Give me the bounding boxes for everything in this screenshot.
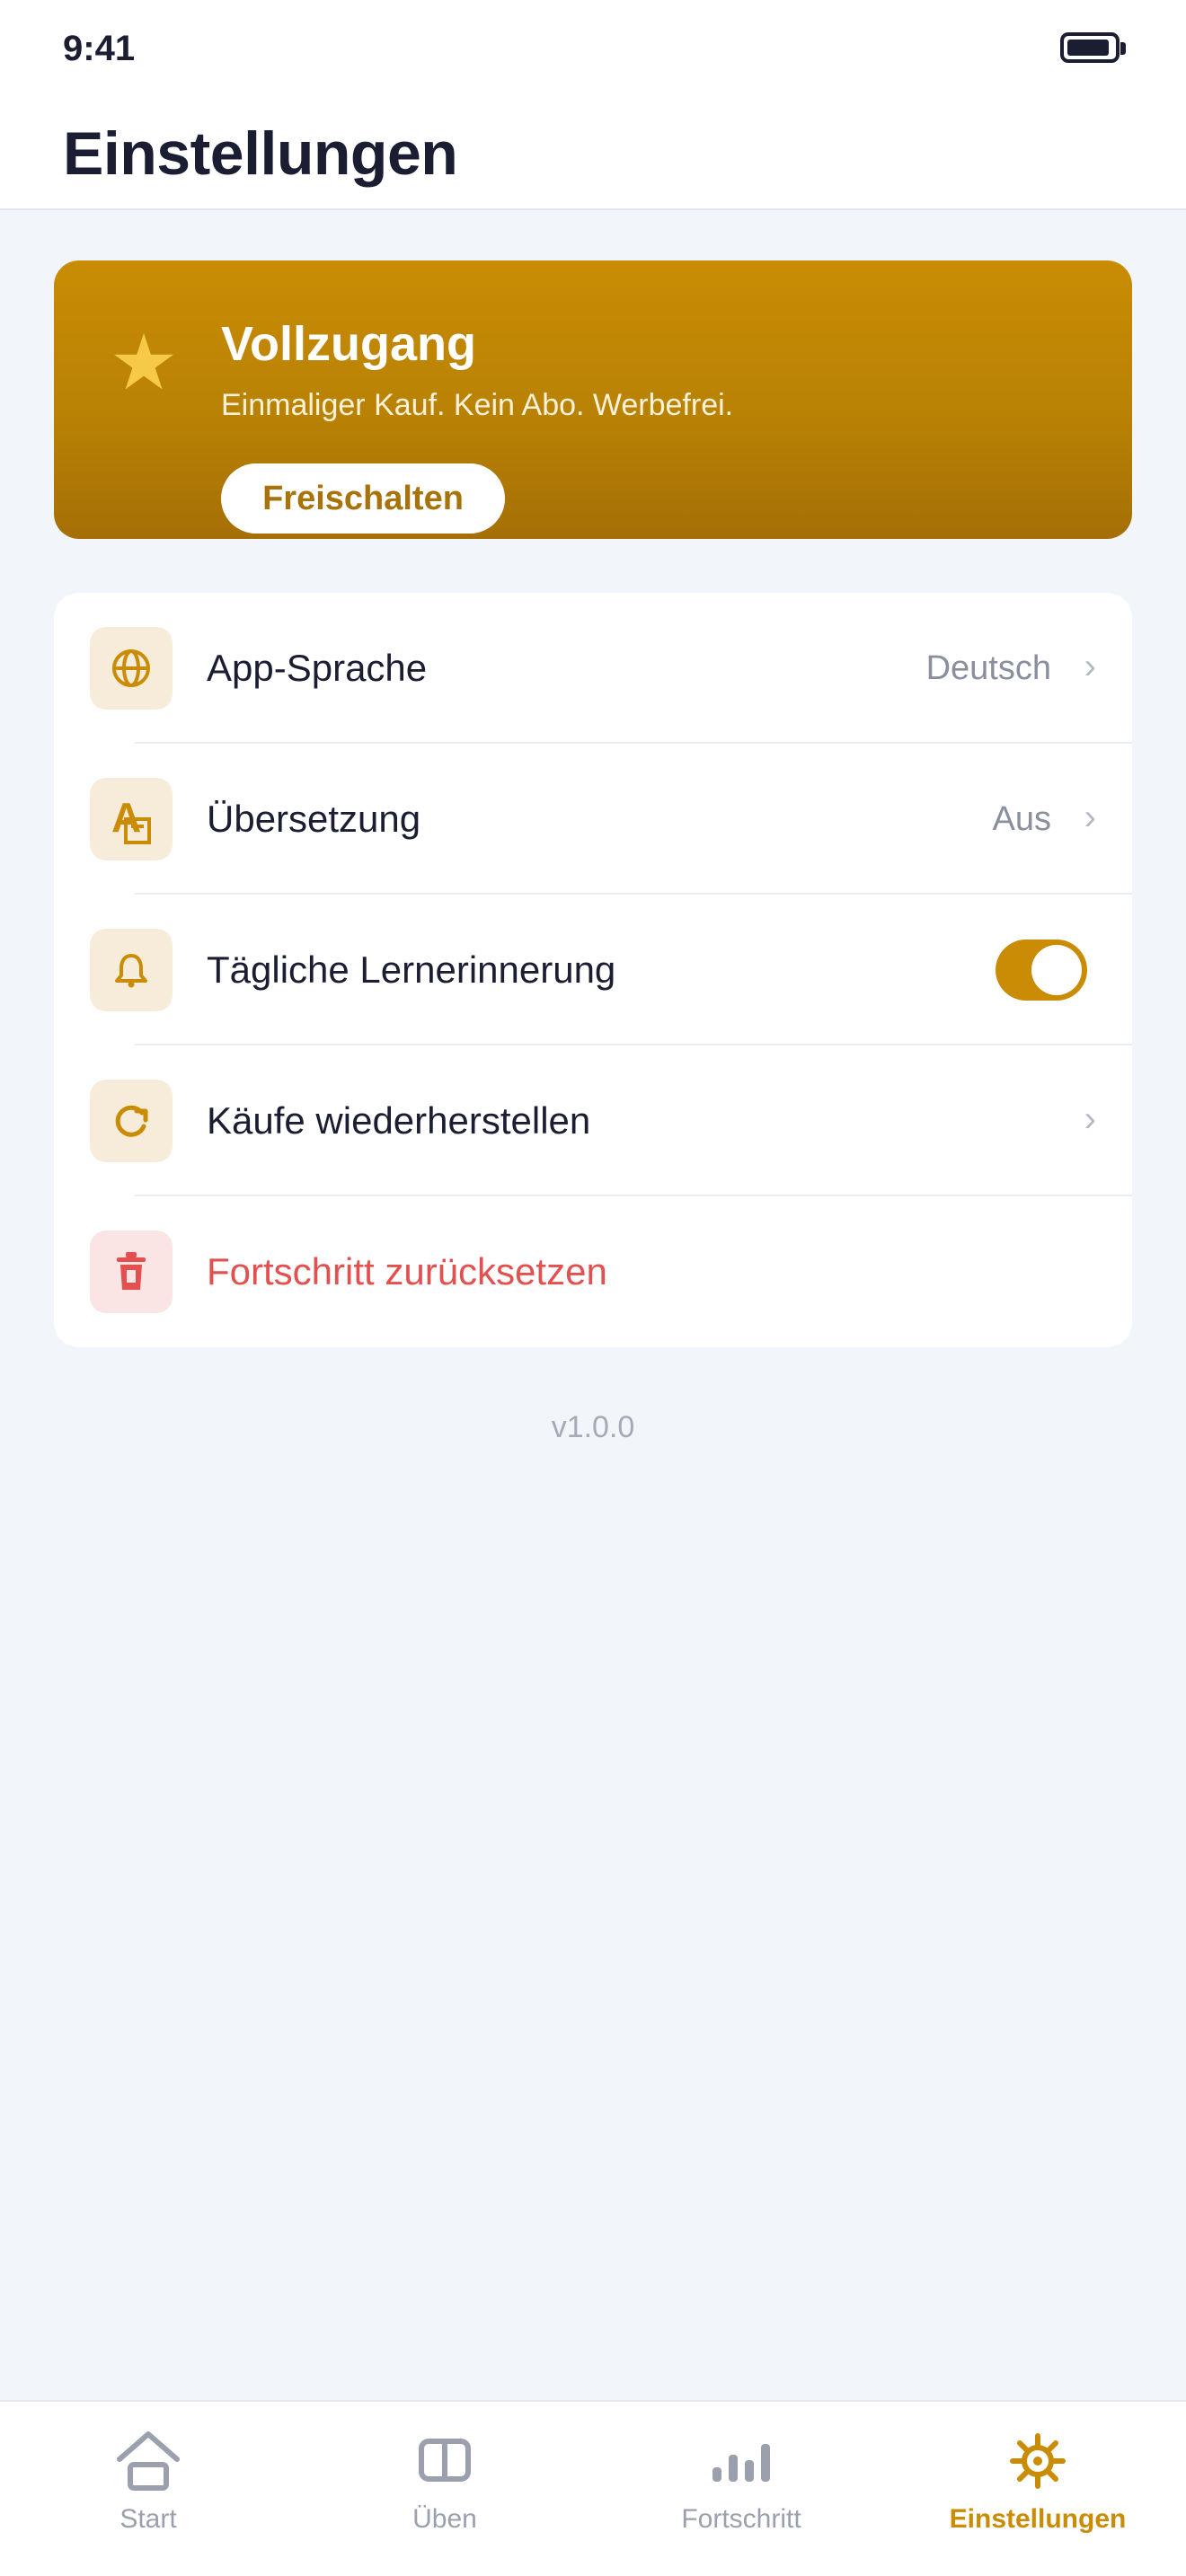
settings-row-translation[interactable]: A Übersetzung Aus ›: [54, 744, 1132, 895]
status-time: 9:41: [63, 29, 136, 68]
premium-card: ★ Vollzugang Einmaliger Kauf. Kein Abo. …: [54, 260, 1132, 539]
star-icon: ★: [109, 320, 179, 406]
tab-label: Start: [119, 2504, 177, 2534]
settings-row-label: Übersetzung: [207, 798, 421, 840]
settings-row-label: Fortschritt zurücksetzen: [207, 1250, 607, 1292]
restore-icon: [90, 1080, 173, 1162]
settings-row-value: Aus: [992, 800, 1051, 838]
settings-list: App-Sprache Deutsch › A Übersetzung Aus …: [54, 593, 1132, 1347]
settings-screen: 9:41 Einstellungen ★ Vollzugang Einmalig…: [0, 0, 1186, 2576]
app-version: v1.0.0: [551, 1410, 635, 1444]
settings-row-restore-purchases[interactable]: Käufe wiederherstellen ›: [54, 1045, 1132, 1196]
settings-row-label: Tägliche Lernerinnerung: [207, 948, 616, 991]
premium-title: Vollzugang: [221, 317, 476, 371]
chevron-right-icon: ›: [1084, 1099, 1096, 1139]
book-icon: [409, 2425, 481, 2497]
tab-label: Üben: [412, 2504, 477, 2534]
tab-bar: Start Üben Fortschritt Einstellungen: [0, 2400, 1186, 2576]
settings-row-label: Käufe wiederherstellen: [207, 1099, 591, 1142]
battery-icon: [1060, 32, 1126, 63]
tab-label: Fortschritt: [681, 2504, 801, 2534]
chart-icon: [705, 2425, 777, 2497]
settings-row-label: App-Sprache: [207, 647, 428, 689]
tab-label: Einstellungen: [949, 2504, 1127, 2534]
gear-icon: [1002, 2425, 1074, 2497]
page-title: Einstellungen: [63, 119, 458, 188]
translate-icon: A: [90, 778, 173, 860]
settings-row-reset-progress[interactable]: Fortschritt zurücksetzen: [54, 1196, 1132, 1347]
tab-fortschritt[interactable]: Fortschritt: [593, 2402, 890, 2576]
tab-einstellungen[interactable]: Einstellungen: [890, 2402, 1186, 2576]
settings-row-daily-reminder: Tägliche Lernerinnerung: [54, 895, 1132, 1045]
tab-start[interactable]: Start: [0, 2402, 296, 2576]
trash-icon: [90, 1231, 173, 1313]
settings-row-value: Deutsch: [925, 649, 1051, 687]
premium-subtitle: Einmaliger Kauf. Kein Abo. Werbefrei.: [221, 388, 734, 422]
globe-icon: [90, 627, 173, 710]
top-header: 9:41 Einstellungen: [0, 0, 1186, 210]
settings-row-app-language[interactable]: App-Sprache Deutsch ›: [54, 593, 1132, 744]
tab-ueben[interactable]: Üben: [296, 2402, 593, 2576]
chevron-right-icon: ›: [1084, 647, 1096, 686]
unlock-button[interactable]: Freischalten: [221, 463, 505, 534]
home-icon: [112, 2425, 184, 2497]
reminder-toggle[interactable]: [996, 940, 1087, 1001]
chevron-right-icon: ›: [1084, 798, 1096, 837]
bell-icon: [90, 929, 173, 1011]
